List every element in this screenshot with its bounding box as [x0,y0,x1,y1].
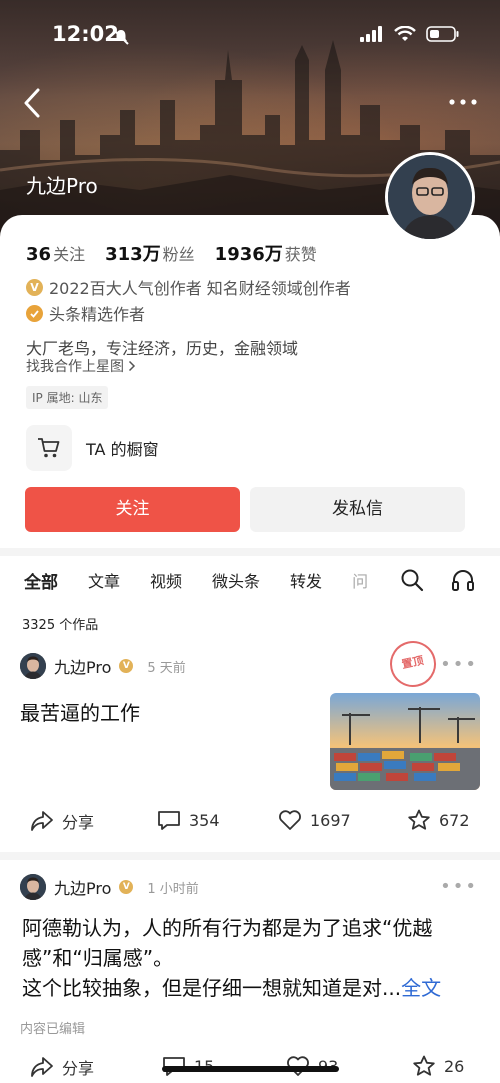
like-count: 1697 [310,810,351,830]
search-icon[interactable] [400,568,424,592]
certification-main: V 2022百大人气创作者 知名财经领域创作者 [26,275,351,299]
post-line: 阿德勒认为，人的所有行为都是为了追求“优越 [22,916,433,940]
post-body[interactable]: 阿德勒认为，人的所有行为都是为了追求“优越 感”和“归属感”。 这个比较抽象，但… [22,913,482,1003]
post-more-icon[interactable]: ••• [440,654,478,675]
avatar-image [388,155,472,239]
send-message-button[interactable]: 发私信 [250,487,465,532]
author-avatar[interactable] [20,874,46,900]
stat-followers[interactable]: 313万 粉丝 [105,240,195,266]
read-full-link[interactable]: 全文 [401,976,441,1000]
container-port-image [330,693,480,790]
profile-avatar[interactable] [385,152,475,242]
back-arrow-icon[interactable] [18,86,48,120]
star-icon [408,809,430,830]
chevron-right-icon [128,360,136,372]
favorite-count: 26 [444,1056,465,1076]
comment-button[interactable]: 354 [157,809,220,831]
share-button[interactable]: 分享 [30,809,94,833]
certification-text: 2022百大人气创作者 知名财经领域创作者 [49,279,351,298]
tab-reposts[interactable]: 转发 [290,568,322,592]
post-line-text: 这个比较抽象，但是仔细一想就知道是对... [22,976,402,1000]
post-line: 这个比较抽象，但是仔细一想就知道是对...全文 [22,973,482,1003]
stat-label: 关注 [53,245,86,264]
post-time: 5 天前 [147,660,186,676]
favorite-button[interactable]: 672 [407,809,470,831]
battery-icon [426,26,459,42]
headphones-icon[interactable] [451,568,475,592]
author-avatar[interactable] [20,653,46,679]
verified-v-icon: V [26,278,43,296]
shop-window-label: TA 的橱窗 [86,440,159,459]
certification-second: 头条精选作者 [26,301,145,325]
stat-label: 获赞 [284,245,317,264]
stat-number: 36 [26,244,52,265]
status-time: 12:02 [52,22,119,46]
wifi-icon [394,26,416,41]
signal-icon [360,26,382,42]
shop-window-entry[interactable]: TA 的橱窗 [26,425,159,471]
stat-following[interactable]: 36 关注 [26,241,85,265]
favorite-button[interactable]: 26 [412,1055,464,1077]
toutiao-selected-icon [26,304,43,322]
shopping-cart-icon [26,425,72,471]
heart-icon [279,810,301,830]
post-line: 感”和“归属感”。 [22,946,174,970]
profile-stats: 36 关注 313万 粉丝 1936万 获赞 [26,240,317,266]
tab-all[interactable]: 全部 [24,568,58,593]
status-icons [360,26,460,42]
post-header[interactable]: 九边Pro V 5 天前 [20,653,186,679]
post-title[interactable]: 最苦逼的工作 [20,697,140,726]
edited-note: 内容已编辑 [20,1022,86,1037]
more-options-icon[interactable] [446,92,480,112]
works-count: 3325 个作品 [22,618,99,633]
section-divider [0,548,500,556]
tab-questions[interactable]: 问 [352,568,368,592]
star-icon [413,1055,435,1076]
favorite-count: 672 [439,810,470,830]
pinned-stamp: 置顶 [385,636,441,692]
stat-label: 粉丝 [162,245,195,264]
comment-icon [158,811,180,830]
share-icon [31,1057,53,1077]
share-icon [31,811,53,831]
share-label: 分享 [62,813,95,832]
post-author[interactable]: 九边Pro [54,654,111,678]
profile-name: 九边Pro [26,174,98,198]
verified-v-icon: V [119,880,134,894]
mute-bell-icon [113,29,129,45]
post-divider [0,852,500,860]
post-actions: 分享 354 1697 672 [0,809,500,835]
post-author[interactable]: 九边Pro [54,875,111,899]
cooperation-link[interactable]: 找我合作上星图 [26,356,136,376]
tab-micro-headlines[interactable]: 微头条 [212,568,260,592]
certification-text: 头条精选作者 [49,305,146,324]
share-button[interactable]: 分享 [30,1055,94,1079]
share-label: 分享 [62,1059,95,1078]
tab-articles[interactable]: 文章 [88,568,120,592]
stat-likes[interactable]: 1936万 获赞 [215,240,317,266]
follow-button[interactable]: 关注 [25,487,240,532]
ip-location-tag: IP 属地: 山东 [26,386,109,409]
like-button[interactable]: 1697 [278,809,351,831]
post-thumbnail[interactable] [330,693,480,790]
home-indicator[interactable] [162,1066,339,1072]
stat-number: 313万 [105,244,161,265]
post-header[interactable]: 九边Pro V 1 小时前 [20,874,199,900]
cooperation-text: 找我合作上星图 [26,359,124,375]
comment-count: 354 [189,810,220,830]
post-time: 1 小时前 [147,881,199,897]
tab-videos[interactable]: 视频 [150,568,182,592]
stat-number: 1936万 [214,244,283,265]
content-tabs: 全部 文章 视频 微头条 转发 问 [24,567,368,593]
post-more-icon[interactable]: ••• [440,876,478,897]
verified-v-icon: V [119,659,134,673]
